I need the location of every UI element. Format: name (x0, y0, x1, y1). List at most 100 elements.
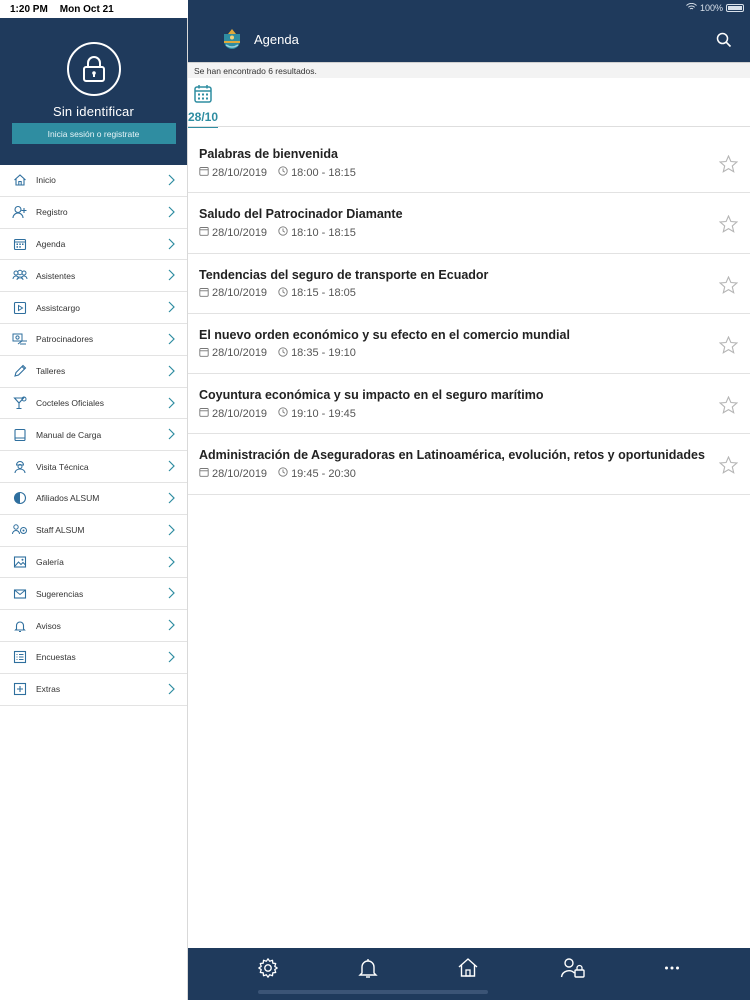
status-right: 100% (686, 2, 744, 13)
menu-item-agenda[interactable]: Agenda (0, 229, 187, 261)
menu-item-registro[interactable]: Registro (0, 197, 187, 229)
favorite-star-icon[interactable] (718, 214, 739, 238)
favorite-star-icon[interactable] (718, 395, 739, 419)
session-row[interactable]: Saludo del Patrocinador Diamante 28/10/2… (188, 193, 750, 254)
menu-label: Registro (36, 207, 68, 218)
favorite-star-icon[interactable] (718, 275, 739, 299)
mail-icon (12, 586, 28, 602)
battery-percent: 100% (699, 3, 723, 13)
gear-icon[interactable] (255, 955, 281, 981)
staff-icon (12, 522, 28, 538)
menu-label: Cocteles Oficiales (36, 397, 105, 408)
session-title: Tendencias del seguro de transporte en E… (199, 267, 489, 282)
chevron-right-icon (167, 237, 175, 255)
favorite-star-icon[interactable] (718, 456, 739, 479)
handshake-icon (12, 331, 28, 347)
menu-item-cocteles[interactable]: Cocteles Oficiales (0, 388, 187, 420)
session-meta: 28/10/2019 19:10 - 19:45 (199, 407, 356, 420)
session-list: Palabras de bienvenida 28/10/2019 18:00 … (188, 133, 750, 495)
divider (188, 126, 750, 127)
menu-item-avisos[interactable]: Avisos (0, 610, 187, 642)
chevron-right-icon (167, 300, 175, 318)
bell-icon (12, 618, 28, 634)
top-bar: 100% Agenda (188, 0, 750, 62)
menu-item-asistentes[interactable]: Asistentes (0, 260, 187, 293)
results-count: Se han encontrado 6 resultados. (188, 62, 750, 78)
menu-item-encuestas[interactable]: Encuestas (0, 642, 187, 674)
session-time: 18:15 - 18:05 (291, 287, 356, 300)
menu-item-talleres[interactable]: Talleres (0, 356, 187, 388)
side-drawer: Sin identificar Inicia sesión o registra… (0, 18, 188, 1000)
menu-label: Patrocinadores (36, 334, 94, 345)
session-row[interactable]: El nuevo orden económico y su efecto en … (188, 314, 750, 375)
session-row[interactable]: Palabras de bienvenida 28/10/2019 18:00 … (188, 133, 750, 194)
session-date: 28/10/2019 (212, 407, 268, 420)
menu-item-assistcargo[interactable]: Assistcargo (0, 292, 187, 324)
bell-icon[interactable] (355, 955, 381, 981)
session-row[interactable]: Tendencias del seguro de transporte en E… (188, 254, 750, 314)
menu-item-galeria[interactable]: Galería (0, 547, 187, 579)
menu-item-patrocinadores[interactable]: Patrocinadores (0, 324, 187, 356)
status-date: Mon Oct 21 (59, 3, 114, 15)
menu-item-visita-tecnica[interactable]: Visita Técnica (0, 451, 187, 483)
calendar-icon (199, 407, 209, 420)
session-row[interactable]: Administración de Aseguradoras en Latino… (188, 434, 750, 495)
session-title: Palabras de bienvenida (199, 147, 338, 161)
menu-label: Asistentes (36, 270, 76, 281)
clock-icon (278, 166, 288, 179)
session-title: El nuevo orden económico y su efecto en … (199, 327, 570, 342)
plus-box-icon (12, 681, 28, 697)
session-meta: 28/10/2019 18:00 - 18:15 (199, 166, 356, 179)
app-logo-icon (222, 28, 242, 55)
menu-label: Agenda (36, 238, 66, 249)
menu-label: Galería (36, 556, 64, 567)
favorite-star-icon[interactable] (718, 335, 739, 359)
session-meta: 28/10/2019 18:35 - 19:10 (199, 347, 356, 360)
session-time: 19:45 - 20:30 (291, 467, 356, 480)
menu-label: Extras (36, 684, 61, 695)
session-title: Coyuntura económica y su impacto en el s… (199, 388, 544, 403)
menu-label: Staff ALSUM (36, 525, 85, 536)
wifi-icon (686, 2, 697, 13)
session-title: Administración de Aseguradoras en Latino… (199, 448, 705, 463)
session-date: 28/10/2019 (212, 347, 268, 360)
menu-item-manual-de-carga[interactable]: Manual de Carga (0, 419, 187, 452)
chevron-right-icon (167, 459, 175, 477)
menu-item-extras[interactable]: Extras (0, 674, 187, 706)
menu-item-inicio[interactable]: Inicio (0, 165, 187, 197)
add-user-icon (12, 204, 28, 220)
book-icon (12, 427, 28, 443)
session-time: 18:35 - 19:10 (291, 347, 356, 360)
menu-item-staff[interactable]: Staff ALSUM (0, 515, 187, 547)
login-button[interactable]: Inicia sesión o registrate (11, 123, 176, 144)
session-row[interactable]: Coyuntura económica y su impacto en el s… (188, 374, 750, 435)
favorite-star-icon[interactable] (718, 154, 739, 178)
menu-item-sugerencias[interactable]: Sugerencias (0, 578, 187, 611)
session-date: 28/10/2019 (212, 287, 268, 300)
play-icon (12, 300, 28, 316)
list-icon (12, 649, 28, 665)
chevron-right-icon (167, 427, 175, 445)
session-time: 19:10 - 19:45 (291, 407, 356, 420)
menu-label: Talleres (36, 366, 66, 377)
more-icon[interactable] (659, 955, 685, 981)
pencil-icon (12, 363, 28, 379)
calendar-icon (199, 467, 209, 480)
chevron-right-icon (167, 523, 175, 541)
session-time: 18:00 - 18:15 (291, 166, 356, 179)
chevron-right-icon (167, 618, 175, 636)
search-icon[interactable] (716, 32, 732, 53)
people-icon (12, 268, 28, 284)
half-circle-icon (12, 490, 28, 506)
user-lock-icon[interactable] (560, 955, 586, 981)
chevron-right-icon (167, 650, 175, 668)
menu-item-afiliados[interactable]: Afiliados ALSUM (0, 483, 187, 515)
home-icon[interactable] (455, 955, 481, 981)
chevron-right-icon (167, 205, 175, 223)
main-panel: 100% Agenda Se han encontrado 6 resultad… (188, 0, 750, 1000)
clock-icon (278, 347, 288, 360)
session-date: 28/10/2019 (212, 166, 268, 179)
chevron-right-icon (167, 682, 175, 700)
chevron-right-icon (167, 555, 175, 573)
user-name: Sin identificar (52, 104, 135, 119)
